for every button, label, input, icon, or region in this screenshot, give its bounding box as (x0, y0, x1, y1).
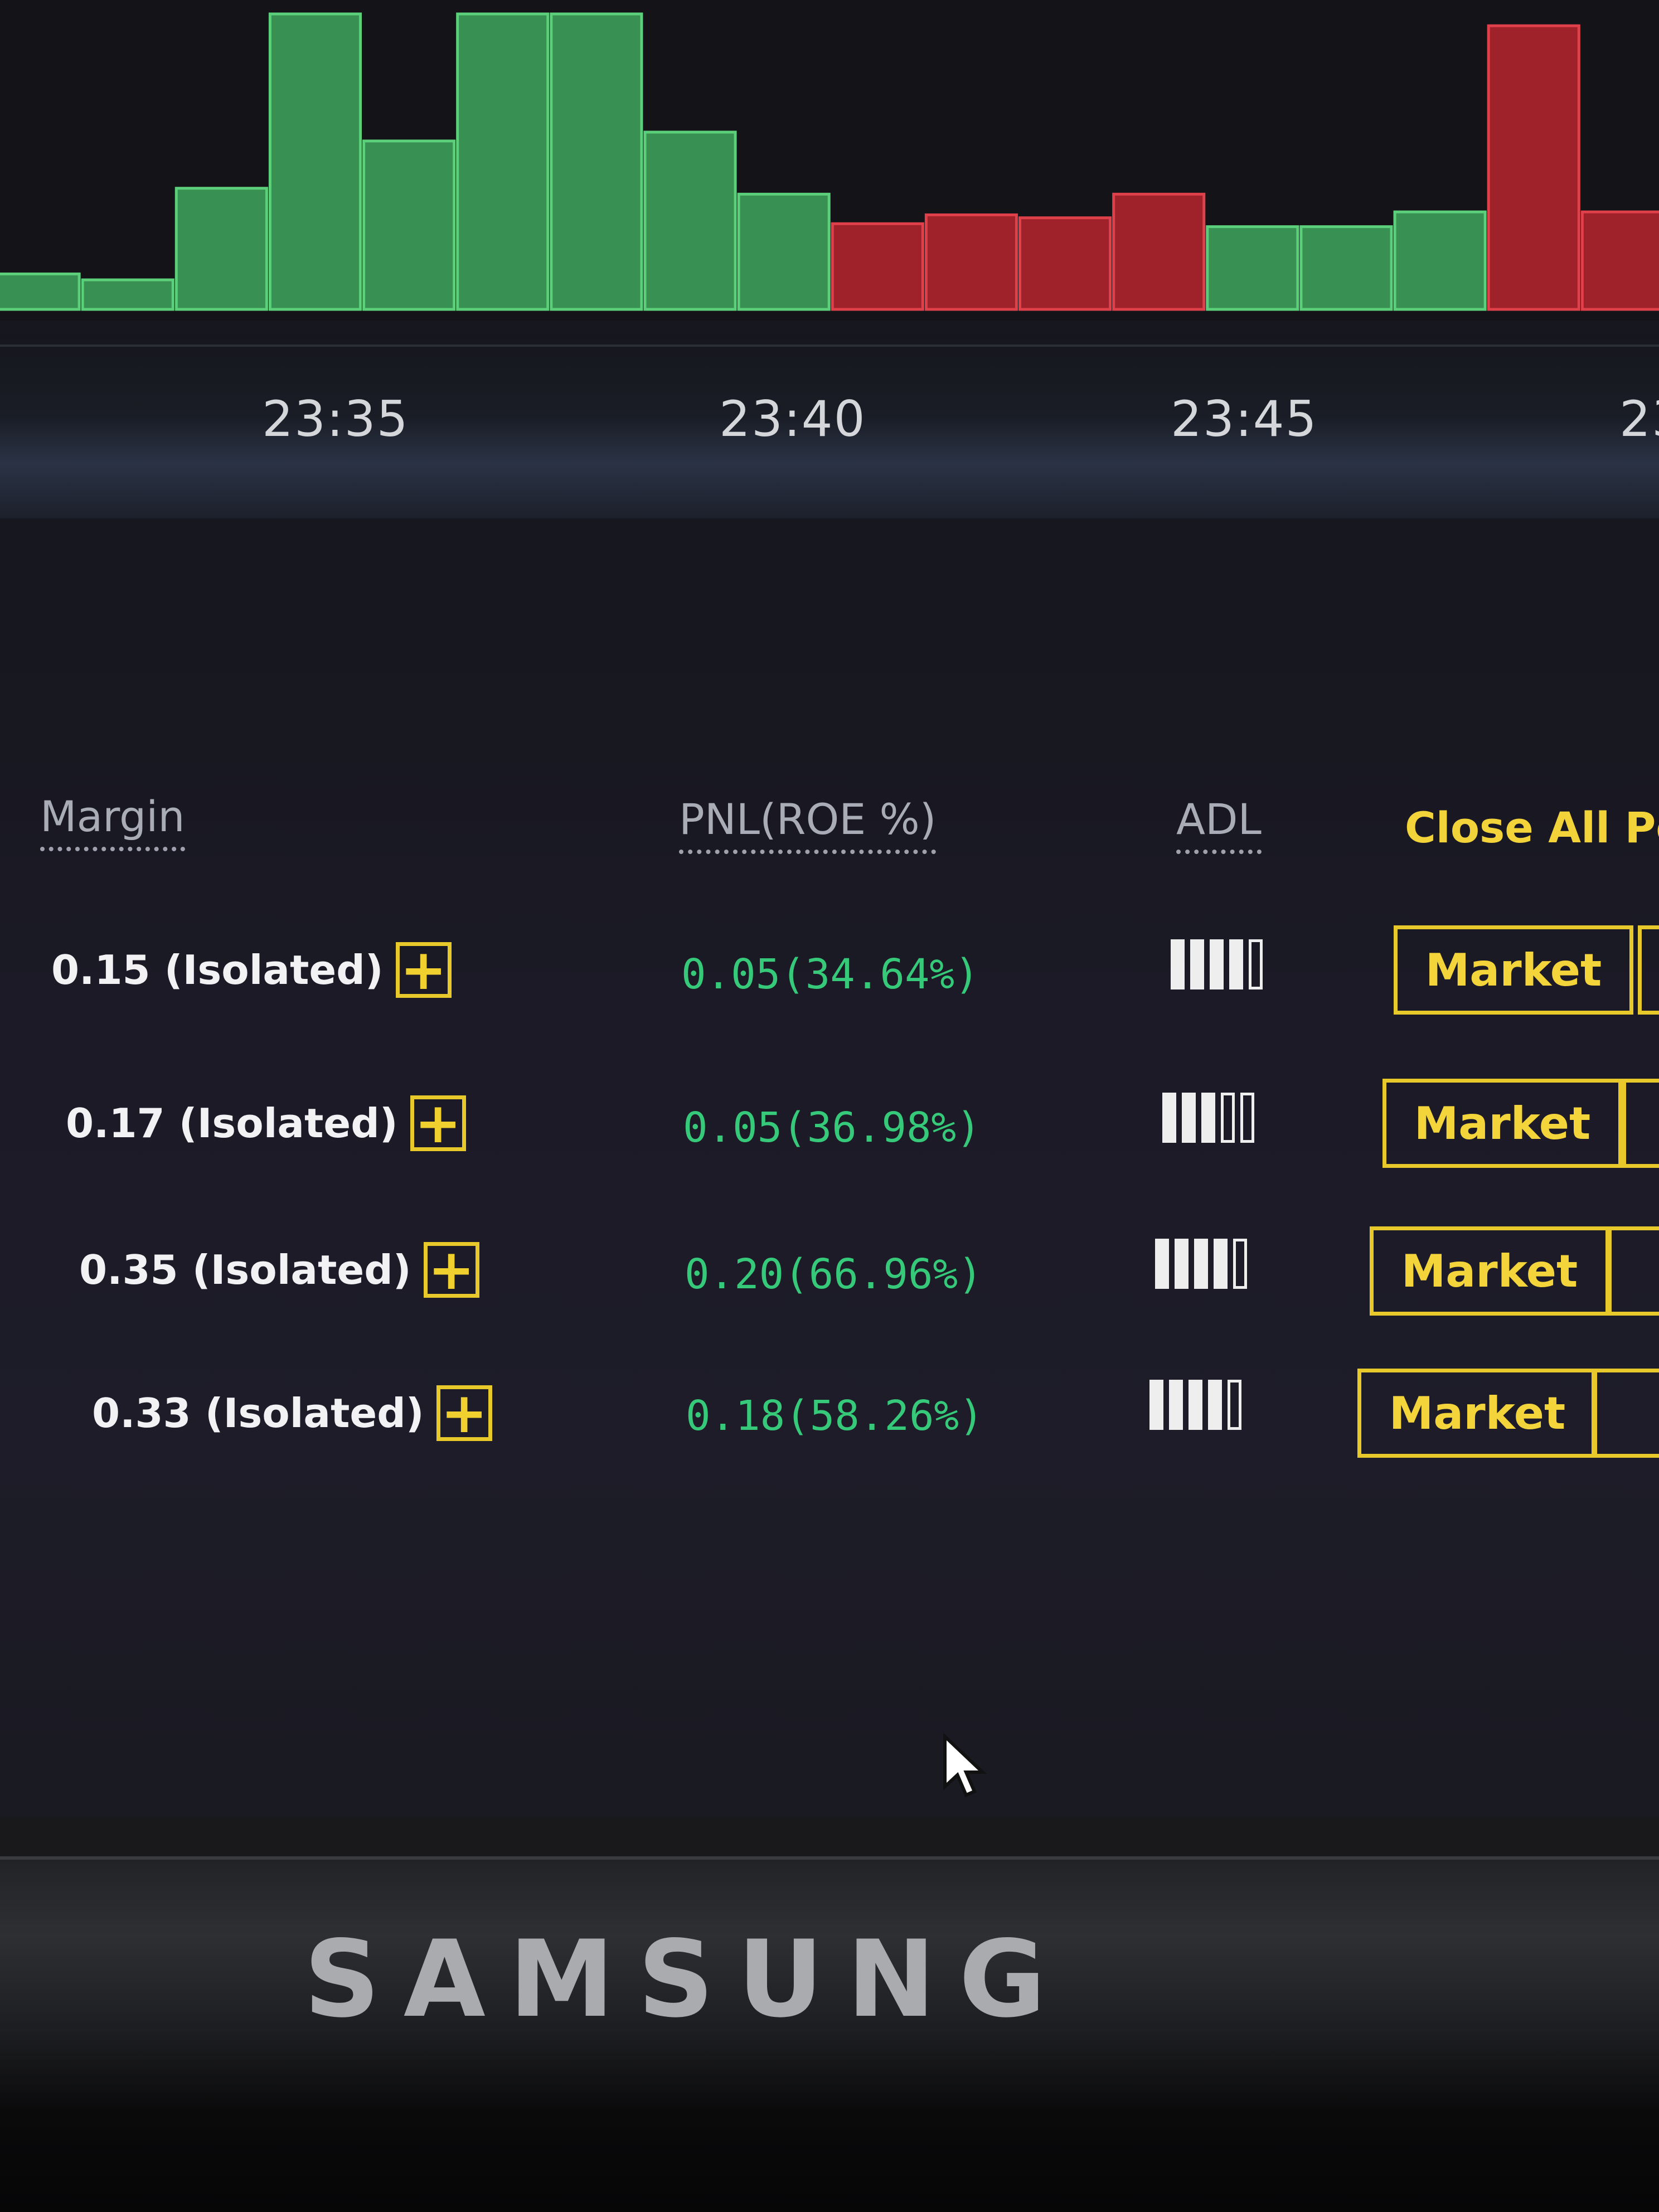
time-axis: 23:35 23:40 23:45 23 (0, 334, 1659, 518)
axis-line (0, 345, 1659, 347)
adl-indicator (1155, 1239, 1247, 1289)
adl-bar (1149, 1380, 1163, 1430)
volume-bar (831, 222, 924, 311)
volume-bar (0, 272, 81, 311)
volume-bar (1487, 24, 1580, 311)
time-tick: 23:40 (719, 390, 866, 448)
volume-bar (1299, 225, 1393, 311)
bezel-edge (0, 1817, 1659, 1860)
close-limit-button[interactable] (1638, 925, 1659, 1015)
adl-bar (1214, 1239, 1228, 1289)
pnl-value: 0.20(66.96%) (685, 1250, 983, 1298)
adl-bar (1169, 1380, 1183, 1430)
header-margin[interactable]: Margin (40, 792, 185, 851)
volume-bar (1393, 210, 1487, 311)
close-market-button[interactable]: Market (1394, 925, 1633, 1015)
close-limit-button[interactable] (1622, 1079, 1659, 1168)
pnl-value: 0.05(36.98%) (683, 1104, 981, 1152)
volume-bar (1112, 192, 1206, 311)
adl-bar (1190, 939, 1204, 989)
time-tick: 23:45 (1171, 390, 1318, 448)
adl-bar (1233, 1239, 1247, 1289)
adl-bar (1155, 1239, 1169, 1289)
volume-bar (550, 12, 643, 311)
monitor-screen: 23:35 23:40 23:45 23 Margin PNL(ROE %) A… (0, 0, 1659, 1817)
header-adl[interactable]: ADL (1176, 794, 1262, 854)
adl-bar (1175, 1239, 1189, 1289)
monitor-bezel: SAMSUNG (0, 1817, 1659, 2212)
margin-value: 0.33 (Isolated) (92, 1390, 424, 1437)
adl-bar (1249, 939, 1263, 989)
pnl-value: 0.18(58.26%) (686, 1392, 984, 1440)
close-market-button[interactable]: Market (1382, 1079, 1622, 1168)
adl-bar (1201, 1093, 1215, 1143)
mouse-pointer-icon (942, 1733, 992, 1803)
plus-icon: + (428, 1237, 475, 1302)
adl-bar (1208, 1380, 1222, 1430)
adl-bar (1171, 939, 1185, 989)
adl-bar (1221, 1093, 1235, 1143)
adl-bar (1194, 1239, 1208, 1289)
volume-bar (1206, 225, 1299, 311)
plus-icon: + (400, 937, 447, 1002)
adl-indicator (1171, 939, 1263, 989)
plus-icon: + (440, 1380, 488, 1445)
volume-bar (737, 192, 831, 311)
table-row-margin: 0.15 (Isolated) + (51, 942, 452, 998)
close-limit-button[interactable] (1608, 1226, 1659, 1316)
volume-chart-svg (0, 12, 1659, 311)
adl-bar (1189, 1380, 1202, 1430)
adl-indicator (1162, 1093, 1254, 1143)
time-tick: 23 (1619, 390, 1659, 448)
margin-value: 0.17 (Isolated) (66, 1100, 398, 1147)
header-pnl[interactable]: PNL(ROE %) (679, 794, 937, 854)
adl-bar (1210, 939, 1224, 989)
volume-bar (268, 12, 362, 311)
table-row-margin: 0.35 (Isolated) + (79, 1242, 479, 1298)
table-row-margin: 0.17 (Isolated) + (66, 1095, 466, 1151)
add-margin-button[interactable]: + (410, 1095, 466, 1151)
close-market-button[interactable]: Market (1357, 1369, 1597, 1458)
close-limit-button[interactable] (1592, 1369, 1659, 1458)
margin-value: 0.35 (Isolated) (79, 1246, 411, 1293)
adl-bar (1162, 1093, 1176, 1143)
volume-bar (1580, 210, 1659, 311)
pnl-value: 0.05(34.64%) (681, 950, 979, 998)
volume-bar (643, 130, 737, 311)
volume-bar (1018, 216, 1112, 311)
volume-bar (174, 187, 268, 311)
add-margin-button[interactable]: + (423, 1237, 479, 1302)
adl-indicator (1149, 1380, 1241, 1430)
close-market-button[interactable]: Market (1370, 1226, 1609, 1316)
adl-bar (1229, 939, 1243, 989)
volume-bar (81, 278, 174, 311)
adl-bar (1182, 1093, 1196, 1143)
table-row-margin: 0.33 (Isolated) + (92, 1385, 492, 1441)
volume-chart (0, 0, 1659, 321)
volume-bar (924, 213, 1018, 311)
adl-bar (1228, 1380, 1241, 1430)
time-tick: 23:35 (262, 390, 409, 448)
margin-value: 0.15 (Isolated) (51, 947, 384, 993)
add-margin-button[interactable]: + (395, 937, 452, 1002)
add-margin-button[interactable]: + (436, 1385, 492, 1441)
close-all-positions-link[interactable]: Close All Po (1405, 803, 1659, 858)
volume-bar (362, 139, 456, 311)
volume-bar (456, 12, 550, 311)
monitor-brand-logo: SAMSUNG (304, 1918, 1070, 2041)
plus-icon: + (414, 1090, 462, 1156)
adl-bar (1240, 1093, 1254, 1143)
